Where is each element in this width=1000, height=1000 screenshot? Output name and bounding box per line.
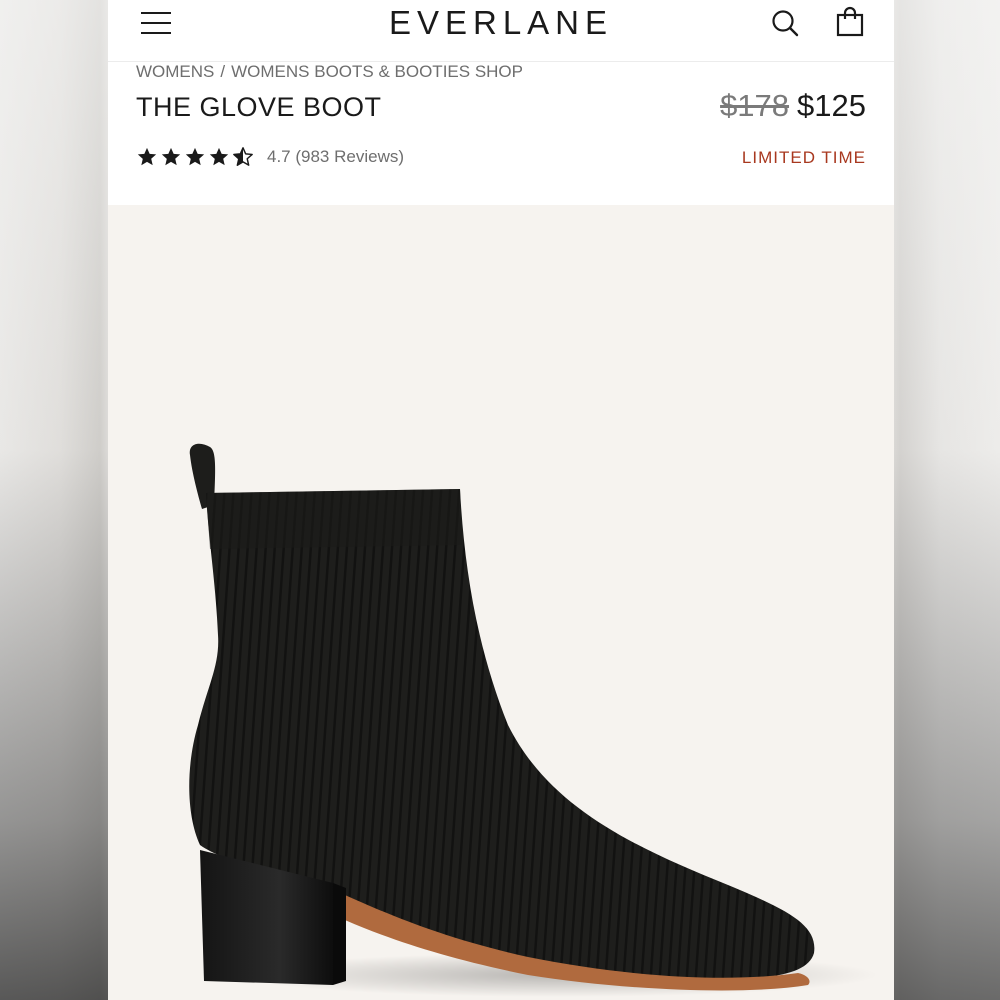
rating-summary[interactable]: 4.7 (983 Reviews)	[136, 146, 404, 168]
sale-price: $125	[797, 88, 866, 123]
breadcrumb-item-boots-booties[interactable]: WOMENS BOOTS & BOOTIES SHOP	[231, 62, 523, 81]
star-half-icon	[233, 147, 253, 166]
price-block: $178 $125	[720, 88, 866, 124]
product-photo[interactable]	[108, 205, 894, 1000]
star-full-icon	[137, 147, 157, 166]
star-rating	[136, 146, 254, 168]
breadcrumb-separator: /	[220, 62, 226, 81]
product-title: THE GLOVE BOOT	[136, 92, 382, 122]
search-icon[interactable]	[770, 8, 800, 38]
original-price: $178	[720, 88, 790, 123]
rating-text[interactable]: 4.7 (983 Reviews)	[267, 147, 404, 167]
star-full-icon	[185, 147, 205, 166]
promo-label: LIMITED TIME	[741, 148, 866, 167]
breadcrumb-item-womens[interactable]: WOMENS	[136, 62, 214, 81]
top-navigation-bar: EVERLANE	[108, 0, 894, 62]
star-full-icon	[209, 147, 229, 166]
background-left	[0, 0, 108, 1000]
star-full-icon	[161, 147, 181, 166]
glove-boot-illustration	[189, 443, 878, 997]
background-right	[894, 0, 1000, 1000]
phone-screen: EVERLANE WOMENS / WOMENS BOOTS & BOOTIES S…	[108, 0, 894, 1000]
breadcrumb: WOMENS / WOMENS BOOTS & BOOTIES SHOP	[136, 62, 523, 82]
product-info-panel: WOMENS / WOMENS BOOTS & BOOTIES SHOP THE G…	[108, 62, 894, 205]
shopping-bag-icon[interactable]	[835, 6, 865, 38]
